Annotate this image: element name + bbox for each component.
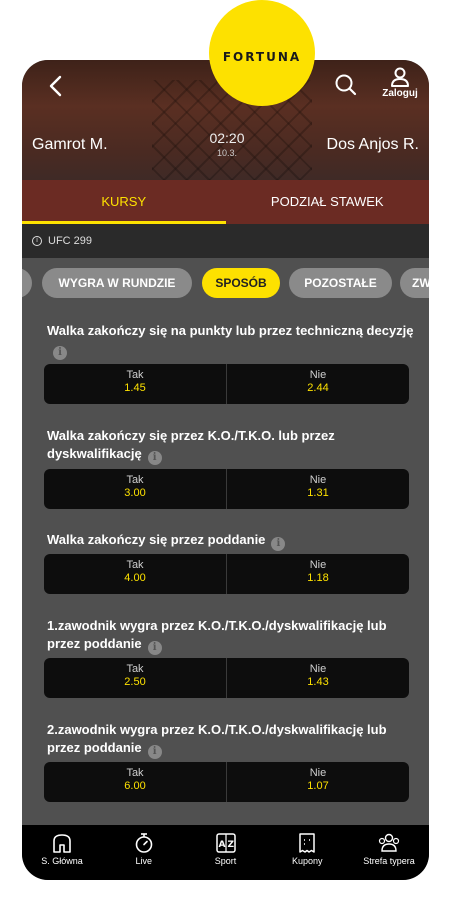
odds-row: Tak 1.45 Nie 2.44 [44, 364, 409, 404]
market-title: Walka zakończy się przez poddanie i [47, 531, 417, 551]
odd-button-tak[interactable]: Tak 3.00 [44, 469, 226, 509]
odd-button-tak[interactable]: Tak 6.00 [44, 762, 226, 802]
market-title-text: Walka zakończy się na punkty lub przez t… [47, 323, 414, 338]
odds-row: Tak 2.50 Nie 1.43 [44, 658, 409, 698]
odd-button-tak[interactable]: Tak 1.45 [44, 364, 226, 404]
nav-home[interactable]: S. Główna [22, 825, 102, 880]
odd-value: 1.43 [307, 676, 329, 688]
odd-button-nie[interactable]: Nie 2.44 [226, 364, 409, 404]
odd-label: Tak [126, 474, 144, 486]
market-title-text: Walka zakończy się przez poddanie [47, 532, 266, 547]
ticket-icon [299, 833, 315, 853]
market-title: Walka zakończy się przez K.O./T.K.O. lub… [47, 427, 417, 465]
nav-label: Strefa typera [363, 856, 415, 866]
odds-row: Tak 3.00 Nie 1.31 [44, 469, 409, 509]
search-button[interactable] [334, 72, 358, 98]
odd-label: Nie [309, 559, 327, 571]
chip-pozostale[interactable]: POZOSTAŁE [289, 268, 392, 298]
nav-kupony[interactable]: Kupony [267, 825, 347, 880]
chip-prev[interactable] [22, 268, 32, 298]
odds-row: Tak 4.00 Nie 1.18 [44, 554, 409, 594]
nav-label: Live [135, 856, 152, 866]
match-date: 10.3. [216, 148, 238, 158]
info-icon: i [32, 236, 42, 246]
az-icon: A Z [215, 833, 236, 853]
odd-value: 6.00 [124, 780, 146, 792]
odd-button-nie[interactable]: Nie 1.43 [226, 658, 409, 698]
odd-value: 1.31 [307, 487, 329, 499]
match-time: 02:20 [209, 130, 245, 146]
odd-value: 1.45 [124, 382, 146, 394]
chip-sposob[interactable]: SPOSÓB [202, 268, 280, 298]
chip-wygra-w-rundzie[interactable]: WYGRA W RUNDZIE [42, 268, 192, 298]
event-info-bar: i UFC 299 [22, 224, 429, 258]
nav-strefa-typera[interactable]: Strefa typera [349, 825, 429, 880]
login-button[interactable]: Zaloguj [378, 66, 422, 110]
home-icon [53, 834, 71, 853]
odd-label: Nie [309, 474, 327, 486]
odd-value: 2.50 [124, 676, 146, 688]
tab-bar: KURSY PODZIAŁ STAWEK [22, 180, 429, 224]
users-icon [378, 833, 400, 852]
svg-text:Z: Z [227, 840, 234, 850]
nav-label: S. Główna [41, 856, 83, 866]
odd-button-nie[interactable]: Nie 1.31 [226, 469, 409, 509]
logo-text: FORTUNA [222, 50, 302, 64]
info-icon[interactable]: i [147, 641, 162, 655]
chip-zw[interactable]: ZW [400, 268, 429, 298]
search-icon [335, 74, 357, 96]
info-icon[interactable]: i [147, 745, 162, 759]
odd-label: Tak [126, 663, 144, 675]
home-team-name: Gamrot M. [32, 136, 108, 153]
nav-live[interactable]: Live [104, 825, 184, 880]
info-icon[interactable]: i [147, 451, 162, 465]
user-icon [391, 67, 409, 87]
odd-value: 1.18 [307, 572, 329, 584]
odd-label: Nie [309, 767, 327, 779]
odd-value: 2.44 [307, 382, 329, 394]
odd-label: Tak [126, 559, 144, 571]
market-title-text: Walka zakończy się przez K.O./T.K.O. lub… [47, 428, 335, 461]
tab-kursy[interactable]: KURSY [22, 180, 226, 224]
market-title: 2.zawodnik wygra przez K.O./T.K.O./dyskw… [47, 721, 417, 759]
odd-label: Tak [126, 369, 144, 381]
info-icon[interactable]: i [271, 537, 286, 551]
nav-sport[interactable]: A Z Sport [186, 825, 266, 880]
away-team-name: Dos Anjos R. [326, 136, 419, 153]
tab-podzial-stawek[interactable]: PODZIAŁ STAWEK [226, 180, 430, 224]
bottom-navigation: S. Główna Live A Z Sport Kupony Strefa t… [22, 825, 429, 880]
odd-button-tak[interactable]: Tak 4.00 [44, 554, 226, 594]
svg-text:A: A [218, 840, 225, 850]
chevron-left-icon [49, 75, 62, 97]
nav-label: Sport [214, 856, 237, 866]
event-name: UFC 299 [48, 235, 93, 247]
odd-label: Nie [309, 663, 327, 675]
app-screen: Zaloguj Gamrot M. 02:20 10.3. Dos Anjos … [22, 60, 429, 880]
odd-value: 1.07 [307, 780, 329, 792]
odd-label: Nie [309, 369, 327, 381]
odd-label: Tak [126, 767, 144, 779]
nav-label: Kupony [291, 856, 323, 866]
stopwatch-icon [135, 833, 153, 853]
market-title-text: 1.zawodnik wygra przez K.O./T.K.O./dyskw… [47, 618, 387, 651]
odd-button-tak[interactable]: Tak 2.50 [44, 658, 226, 698]
market-title: 1.zawodnik wygra przez K.O./T.K.O./dyskw… [47, 617, 417, 655]
login-label: Zaloguj [382, 88, 418, 99]
market-filter-chips: WYGRA W RUNDZIE SPOSÓB POZOSTAŁE ZW [22, 268, 429, 298]
info-icon[interactable]: i [53, 346, 67, 360]
odd-value: 4.00 [124, 572, 146, 584]
odd-button-nie[interactable]: Nie 1.07 [226, 762, 409, 802]
fortuna-logo: FORTUNA [209, 0, 315, 106]
back-button[interactable] [46, 74, 66, 98]
market-title: Walka zakończy się na punkty lub przez t… [47, 322, 417, 360]
odd-button-nie[interactable]: Nie 1.18 [226, 554, 409, 594]
market-title-text: 2.zawodnik wygra przez K.O./T.K.O./dyskw… [47, 722, 387, 755]
odd-value: 3.00 [124, 487, 146, 499]
odds-row: Tak 6.00 Nie 1.07 [44, 762, 409, 802]
